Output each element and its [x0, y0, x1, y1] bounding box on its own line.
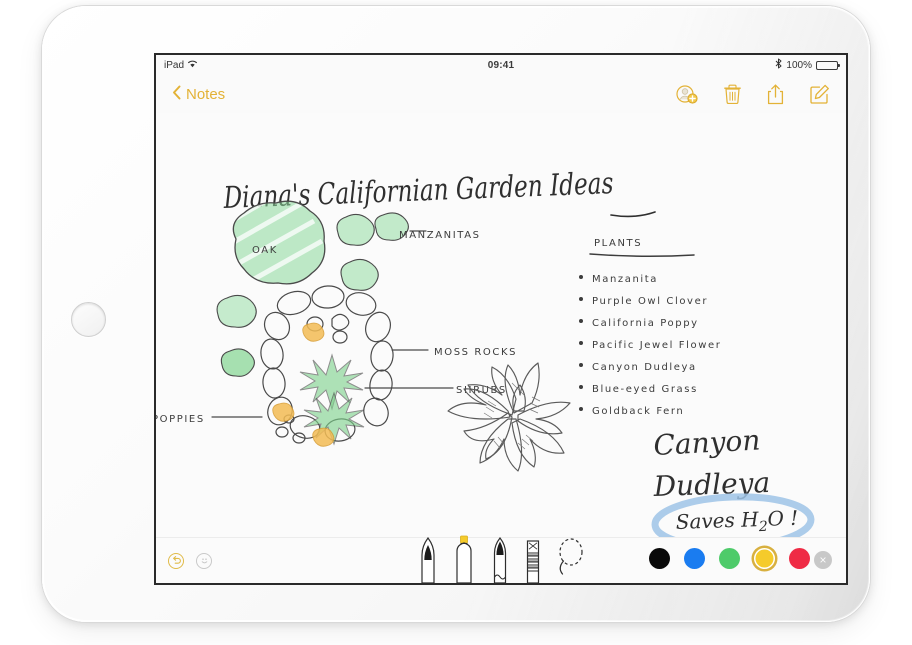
- manzanita-sketch: MANZANITAS: [336, 212, 481, 291]
- poppies-label: POPPIES: [156, 414, 205, 425]
- swatch-green[interactable]: [719, 548, 740, 569]
- annotation-tail: O !: [767, 506, 799, 531]
- home-button[interactable]: [71, 302, 106, 337]
- small-bush-sketch: [216, 294, 257, 377]
- list-item: Goldback Fern: [592, 406, 684, 417]
- swatch-blue[interactable]: [684, 548, 705, 569]
- manzanita-blob: [340, 258, 379, 291]
- close-icon[interactable]: ×: [814, 551, 832, 569]
- list-item: Canyon Dudleya: [592, 362, 697, 373]
- navbar-actions: [676, 84, 830, 105]
- ipad-screen: iPad 09:41 100% Notes Diana's California…: [154, 53, 848, 585]
- status-bar: iPad 09:41 100%: [156, 55, 846, 75]
- status-clock: 09:41: [487, 59, 515, 71]
- toolbar-left-actions: [168, 552, 212, 569]
- oak-label: OAK: [252, 245, 278, 256]
- manzanitas-label: MANZANITAS: [399, 230, 481, 241]
- list-item: Purple Owl Clover: [592, 296, 708, 307]
- annotation-text: Saves H: [675, 507, 759, 534]
- back-to-notes-button[interactable]: Notes: [172, 85, 225, 104]
- compose-icon[interactable]: [810, 84, 830, 104]
- add-people-icon[interactable]: [676, 84, 698, 104]
- list-item: Blue-eyed Grass: [592, 384, 698, 395]
- manzanita-blob: [336, 213, 375, 246]
- swatch-yellow[interactable]: [754, 548, 775, 569]
- smiley-icon[interactable]: [196, 552, 212, 569]
- pen-tool[interactable]: [418, 536, 438, 583]
- share-icon[interactable]: [767, 84, 784, 105]
- chevron-left-icon: [172, 85, 181, 104]
- moss-rocks-label: MOSS ROCKS: [434, 347, 517, 358]
- caption-line-1: Canyon: [653, 423, 761, 462]
- svg-text:Saves H2O !: Saves H2O !: [675, 506, 798, 538]
- drawing-toolbar: ×: [156, 535, 846, 583]
- poppy-sketch: POPPIES: [156, 322, 335, 447]
- trash-icon[interactable]: [724, 84, 741, 105]
- tool-picker: [418, 535, 584, 583]
- garden-bed-sketch: MOSS ROCKS SHRUBS POPPIES: [156, 285, 517, 447]
- list-item: Pacific Jewel Flower: [592, 340, 721, 351]
- color-picker: [649, 548, 810, 569]
- battery-icon: [816, 60, 840, 70]
- note-drawing: Diana's Californian Garden Ideas PLANTS …: [156, 166, 815, 541]
- swatch-black[interactable]: [649, 548, 670, 569]
- plants-section: PLANTS Manzanita Purple Owl Clover Calif…: [579, 238, 721, 417]
- list-item: Manzanita: [592, 274, 658, 285]
- plants-heading: PLANTS: [594, 238, 642, 249]
- bluetooth-icon: [775, 58, 782, 72]
- pencil-tool[interactable]: [490, 537, 510, 583]
- lasso-tool[interactable]: [556, 537, 584, 583]
- plants-list: Manzanita Purple Owl Clover California P…: [579, 274, 721, 417]
- battery-percent-label: 100%: [786, 59, 812, 71]
- dudleya-caption: Canyon Dudleya: [652, 423, 771, 503]
- highlighter-tool[interactable]: [452, 535, 476, 583]
- undo-icon[interactable]: [168, 552, 184, 569]
- back-button-label: Notes: [186, 85, 226, 103]
- navigation-bar: Notes: [156, 75, 846, 113]
- list-item: California Poppy: [592, 318, 699, 329]
- ipad-device: iPad 09:41 100% Notes Diana's California…: [42, 6, 870, 622]
- annotation-subscript: 2: [758, 519, 769, 535]
- status-right: 100%: [775, 58, 840, 72]
- dudleya-sketch: [447, 362, 571, 472]
- eraser-tool[interactable]: [524, 537, 542, 583]
- swatch-red[interactable]: [789, 548, 810, 569]
- note-canvas[interactable]: Diana's Californian Garden Ideas PLANTS …: [156, 113, 846, 541]
